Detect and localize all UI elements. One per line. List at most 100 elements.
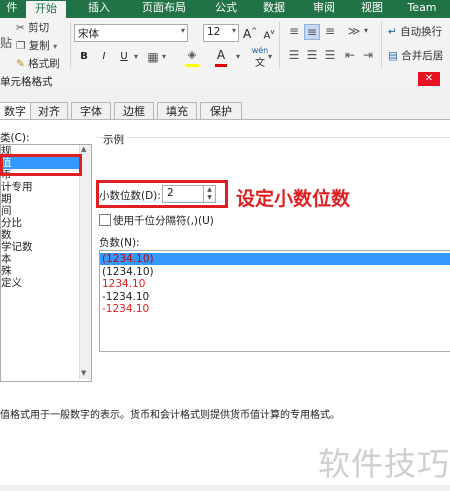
number-tab-panel: 类(C): 规 值 币 计专用 期 间 分比 数 学记数 本 殊 定义 ▲ ▼ …	[0, 119, 450, 485]
merge-center-label: 合并后居	[401, 50, 444, 62]
negative-numbers-list[interactable]: (1234.10) (1234.10) 1234.10 -1234.10 -12…	[99, 250, 450, 352]
paint-bucket-icon: ◈	[187, 48, 197, 61]
ribbon: 贴 ✂ 剪切 ❐ 复制 ▾ ✎ 格式刷 宋体 ▾ 12 ▾ A^ Av B I …	[0, 18, 450, 73]
close-icon: ✕	[424, 73, 434, 84]
negative-option[interactable]: -1234.10	[102, 291, 149, 303]
copy-button[interactable]: ❐ 复制 ▾	[16, 38, 57, 53]
category-item[interactable]: 分比	[1, 217, 79, 229]
format-painter-label: 格式刷	[28, 58, 60, 70]
negative-option[interactable]: -1234.10	[102, 303, 149, 315]
cut-button[interactable]: ✂ 剪切	[16, 20, 49, 35]
close-button[interactable]: ✕	[418, 72, 440, 86]
orientation-icon[interactable]: ≫	[346, 24, 362, 38]
tab-formulas[interactable]: 公式	[210, 0, 242, 18]
font-color-swatch	[215, 64, 227, 67]
category-item[interactable]: 数	[1, 229, 79, 241]
negative-option[interactable]: 1234.10	[102, 278, 145, 290]
category-item[interactable]: 学记数	[1, 241, 79, 253]
dialog-title: 单元格格式	[0, 76, 53, 88]
align-left-icon[interactable]: ☰	[286, 48, 302, 62]
category-item[interactable]: 计专用	[1, 181, 79, 193]
align-middle-icon[interactable]: ≡	[304, 24, 320, 40]
copy-icon: ❐	[16, 40, 26, 52]
format-cells-dialog: 数字 对齐 字体 边框 填充 保护 类(C): 规 值 币 计专用 期 间 分比…	[0, 89, 450, 491]
tab-page-layout[interactable]: 页面布局	[134, 0, 194, 18]
tab-border[interactable]: 边框	[114, 102, 154, 120]
sample-divider	[96, 137, 450, 138]
format-painter-button[interactable]: ✎ 格式刷	[16, 56, 60, 71]
brush-icon: ✎	[16, 58, 25, 70]
watermark-text: 软件技巧	[318, 445, 450, 483]
align-right-icon[interactable]: ☰	[322, 48, 338, 62]
align-center-icon[interactable]: ☰	[304, 48, 320, 62]
category-item[interactable]: 期	[1, 193, 79, 205]
tab-protection[interactable]: 保护	[200, 102, 242, 120]
font-color-icon: A	[216, 48, 226, 62]
align-top-icon[interactable]: ≡	[286, 24, 302, 40]
group-divider	[381, 22, 382, 68]
shrink-font-button[interactable]: Av	[262, 25, 276, 43]
merge-center-button[interactable]: ▤ 合并后居	[388, 48, 443, 63]
font-name-value: 宋体	[78, 28, 99, 40]
tab-alignment[interactable]: 对齐	[30, 102, 68, 120]
category-list[interactable]: 规 值 币 计专用 期 间 分比 数 学记数 本 殊 定义 ▲ ▼	[0, 144, 92, 382]
copy-label: 复制	[28, 40, 50, 52]
scissors-icon: ✂	[16, 22, 25, 34]
font-size-select[interactable]: 12 ▾	[203, 24, 239, 42]
decimal-highlight-box	[96, 180, 228, 208]
font-color-button[interactable]: A	[214, 48, 228, 67]
tab-review[interactable]: 审阅	[308, 0, 340, 18]
category-scrollbar[interactable]: ▲ ▼	[79, 145, 91, 379]
chevron-down-icon[interactable]: ▾	[266, 50, 274, 64]
negative-numbers-label: 负数(N):	[99, 237, 140, 249]
tab-team[interactable]: Team	[402, 0, 442, 18]
chevron-down-icon[interactable]: ▾	[132, 50, 140, 64]
category-item[interactable]: 间	[1, 205, 79, 217]
decrease-indent-icon[interactable]: ⇤	[342, 48, 358, 62]
tab-insert[interactable]: 插入	[82, 0, 116, 18]
wrap-text-label: 自动换行	[400, 26, 443, 38]
category-highlight-box	[0, 154, 82, 176]
tab-file[interactable]: 件	[0, 0, 24, 18]
fill-color-swatch	[185, 64, 199, 67]
tab-data[interactable]: 数据	[258, 0, 290, 18]
tab-font[interactable]: 字体	[71, 102, 111, 120]
merge-icon: ▤	[388, 50, 398, 62]
font-size-value: 12	[207, 26, 221, 38]
grow-font-icon: A	[243, 27, 252, 41]
bold-button[interactable]: B	[78, 50, 90, 64]
category-label: 类(C):	[0, 132, 30, 144]
paste-label[interactable]: 贴	[0, 34, 12, 51]
thousands-separator-checkbox[interactable]	[99, 214, 111, 226]
tab-view[interactable]: 视图	[356, 0, 388, 18]
align-bottom-icon[interactable]: ≡	[322, 24, 338, 40]
wrap-text-button[interactable]: ↵ 自动换行	[388, 24, 442, 39]
chevron-down-icon: ▾	[180, 26, 185, 35]
chevron-down-icon: ▾	[231, 26, 236, 35]
cut-label: 剪切	[28, 22, 50, 34]
dialog-title-bar[interactable]: 单元格格式 ✕	[0, 72, 450, 90]
fill-color-button[interactable]: ◈	[184, 48, 200, 67]
scroll-up-icon[interactable]: ▲	[81, 145, 86, 153]
negative-option[interactable]: (1234.10)	[102, 266, 154, 278]
italic-button[interactable]: I	[98, 50, 110, 64]
group-divider	[279, 22, 280, 68]
chevron-down-icon[interactable]: ▾	[234, 50, 242, 64]
font-name-select[interactable]: 宋体 ▾	[74, 24, 188, 42]
tab-home[interactable]: 开始	[26, 1, 66, 18]
category-item[interactable]: 定义	[1, 277, 79, 289]
negative-option-selected[interactable]: (1234.10)	[102, 253, 154, 265]
category-item[interactable]: 本	[1, 253, 79, 265]
grow-font-button[interactable]: A^	[243, 24, 257, 41]
format-description: 值格式用于一般数字的表示。货币和会计格式则提供货币值计算的专用格式。	[0, 410, 340, 421]
scroll-down-icon[interactable]: ▼	[81, 369, 86, 377]
category-item[interactable]: 殊	[1, 265, 79, 277]
chevron-down-icon[interactable]: ▾	[160, 50, 168, 64]
tab-fill[interactable]: 填充	[157, 102, 197, 120]
borders-icon[interactable]: ▦	[146, 50, 160, 64]
thousands-separator-label: 使用千位分隔符(,)(U)	[113, 215, 214, 227]
group-divider	[70, 22, 71, 68]
underline-button[interactable]: U	[118, 50, 130, 64]
chevron-down-icon[interactable]: ▾	[362, 24, 370, 38]
increase-indent-icon[interactable]: ⇥	[360, 48, 376, 62]
